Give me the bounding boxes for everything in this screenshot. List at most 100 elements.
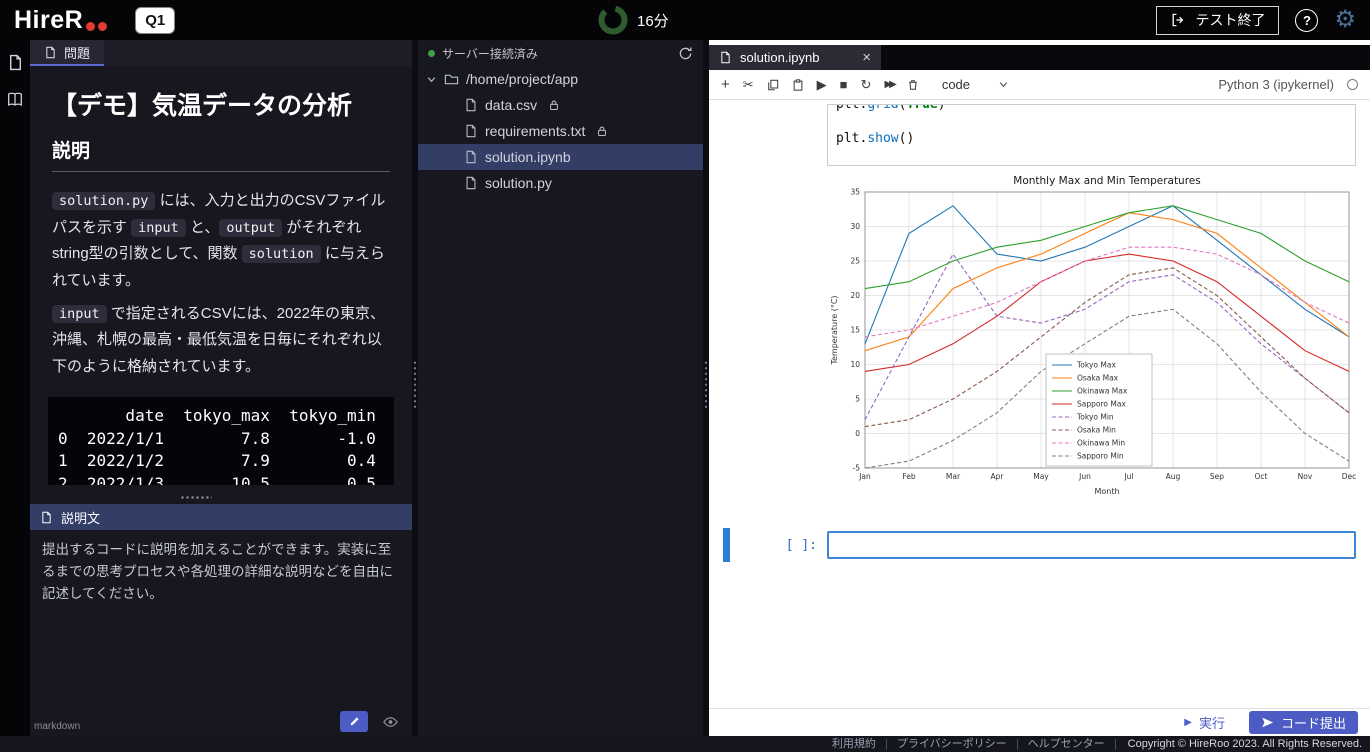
file-icon: [464, 176, 478, 190]
svg-text:Jan: Jan: [858, 472, 871, 481]
left-icon-strip: [0, 40, 30, 736]
tree-root-folder[interactable]: /home/project/app: [418, 66, 703, 92]
panel-splitter[interactable]: [703, 40, 709, 736]
submit-button-label: コード提出: [1281, 713, 1346, 732]
svg-text:30: 30: [850, 222, 860, 231]
svg-text:Okinawa Max: Okinawa Max: [1077, 387, 1128, 396]
cell-type-value: code: [942, 77, 970, 92]
add-cell-button[interactable]: +: [721, 77, 730, 92]
submit-code-button[interactable]: コード提出: [1249, 711, 1358, 734]
svg-text:Jul: Jul: [1123, 472, 1133, 481]
cell-type-dropdown[interactable]: code: [942, 77, 1009, 92]
tree-root-label: /home/project/app: [466, 71, 578, 87]
problem-doc-icon[interactable]: [7, 54, 24, 71]
svg-text:Apr: Apr: [991, 472, 1005, 481]
description-editor[interactable]: 提出するコードに説明を加えることができます。実装に至るまでの思考プロセスや各処理…: [30, 530, 412, 710]
file-tree-panel: サーバー接続済み /home/project/app data.csv requi…: [418, 40, 703, 736]
empty-cell[interactable]: [ ]:: [709, 529, 1370, 561]
restart-kernel-button[interactable]: ↻: [861, 78, 872, 91]
document-icon: [719, 51, 732, 64]
tab-problem-label: 問題: [64, 43, 90, 62]
reference-book-icon[interactable]: [6, 91, 24, 108]
footer-link[interactable]: 利用規約: [822, 739, 887, 750]
tree-file-requirements.txt[interactable]: requirements.txt: [418, 118, 703, 144]
description-header[interactable]: 説明文: [30, 504, 412, 530]
play-icon: ▶: [1184, 717, 1192, 728]
topbar-right: テスト終了 ? ⚙: [1156, 6, 1356, 35]
problem-title: 【デモ】気温データの分析: [52, 86, 390, 122]
svg-text:5: 5: [855, 395, 860, 404]
paste-cell-button[interactable]: [792, 79, 804, 91]
hireroo-logo: HireR: [14, 8, 107, 33]
main-area: 問題 【デモ】気温データの分析 説明 solution.py には、入力と出力の…: [0, 40, 1370, 736]
end-test-button[interactable]: テスト終了: [1156, 6, 1279, 35]
logo-dot-icon: [98, 22, 107, 31]
preview-eye-button[interactable]: [376, 711, 404, 732]
question-badge[interactable]: Q1: [135, 7, 175, 34]
tab-solution-ipynb[interactable]: solution.ipynb ×: [709, 45, 881, 70]
logo-text: HireR: [14, 8, 83, 33]
svg-text:Sep: Sep: [1210, 472, 1224, 481]
problem-content[interactable]: 【デモ】気温データの分析 説明 solution.py には、入力と出力のCSV…: [30, 66, 412, 504]
splitter-grip-icon: [413, 360, 417, 408]
svg-text:20: 20: [850, 291, 860, 300]
lock-icon: [596, 125, 608, 137]
code-cell[interactable]: plt.grid(True) plt.show(): [827, 104, 1356, 166]
tree-file-solution.py[interactable]: solution.py: [418, 170, 703, 196]
cut-cell-button[interactable]: ✂: [743, 78, 754, 91]
timer-label: 16分: [637, 10, 669, 31]
file-list: data.csv requirements.txt solution.ipynbso…: [418, 92, 703, 196]
tab-problem[interactable]: 問題: [30, 40, 104, 66]
svg-text:Monthly Max and Min Temperatur: Monthly Max and Min Temperatures: [1013, 175, 1200, 187]
svg-text:Osaka Min: Osaka Min: [1077, 426, 1116, 435]
lock-icon: [548, 99, 560, 111]
pencil-icon: [349, 716, 360, 727]
edit-description-button[interactable]: [340, 711, 368, 732]
file-icon: [464, 124, 478, 138]
code-cell-pre: plt.grid(True) plt.show(): [836, 104, 1355, 147]
copyright: Copyright © HireRoo 2023. All Rights Res…: [1116, 738, 1370, 750]
svg-text:Month: Month: [1094, 487, 1119, 496]
description-header-label: 説明文: [61, 508, 100, 527]
svg-text:Osaka Max: Osaka Max: [1077, 374, 1119, 383]
kernel-status-icon: [1347, 79, 1358, 90]
cell-input[interactable]: [827, 531, 1356, 559]
svg-text:Okinawa Min: Okinawa Min: [1077, 439, 1125, 448]
stop-kernel-button[interactable]: ■: [840, 78, 848, 91]
copy-cell-button[interactable]: [767, 79, 779, 91]
run-cell-button[interactable]: ▶: [817, 78, 827, 91]
svg-text:10: 10: [850, 360, 860, 369]
topbar: HireR Q1 16分 テスト終了 ? ⚙: [0, 0, 1370, 40]
delete-cell-button[interactable]: [907, 79, 919, 91]
notebook-body[interactable]: plt.grid(True) plt.show() -5051015202530…: [709, 100, 1370, 708]
svg-text:35: 35: [850, 188, 860, 197]
chevron-down-icon: [998, 79, 1009, 90]
action-bar: ▶ 実行 コード提出: [709, 708, 1370, 736]
help-button[interactable]: ?: [1295, 9, 1318, 32]
kernel-name-label[interactable]: Python 3 (ipykernel): [1218, 77, 1334, 92]
settings-gear-icon[interactable]: ⚙: [1334, 8, 1356, 32]
tree-file-solution.ipynb[interactable]: solution.ipynb: [418, 144, 703, 170]
document-icon: [40, 511, 53, 524]
server-status-bar: サーバー接続済み: [418, 40, 703, 66]
send-icon: [1261, 716, 1274, 729]
scroll-dots-indicator: [180, 495, 212, 500]
document-icon: [44, 46, 57, 59]
description-footer: markdown: [30, 710, 412, 736]
chevron-down-icon: [426, 74, 437, 85]
notebook-tab-bar: solution.ipynb ×: [709, 45, 1370, 70]
logout-icon: [1170, 12, 1186, 28]
panel-splitter[interactable]: [412, 40, 418, 736]
footer-link[interactable]: プライバシーポリシー: [887, 739, 1018, 750]
file-name: requirements.txt: [485, 123, 585, 139]
refresh-files-icon[interactable]: [678, 46, 693, 61]
folder-icon: [444, 72, 459, 87]
tree-file-data.csv[interactable]: data.csv: [418, 92, 703, 118]
restart-run-all-button[interactable]: ▶▶: [884, 80, 893, 90]
footer-link[interactable]: ヘルプセンター: [1018, 739, 1116, 750]
timer-ring-icon: [598, 5, 628, 35]
svg-text:Sapporo Min: Sapporo Min: [1077, 452, 1124, 461]
run-button[interactable]: ▶ 実行: [1178, 712, 1231, 733]
svg-text:Oct: Oct: [1255, 472, 1268, 481]
close-tab-icon[interactable]: ×: [862, 50, 871, 65]
